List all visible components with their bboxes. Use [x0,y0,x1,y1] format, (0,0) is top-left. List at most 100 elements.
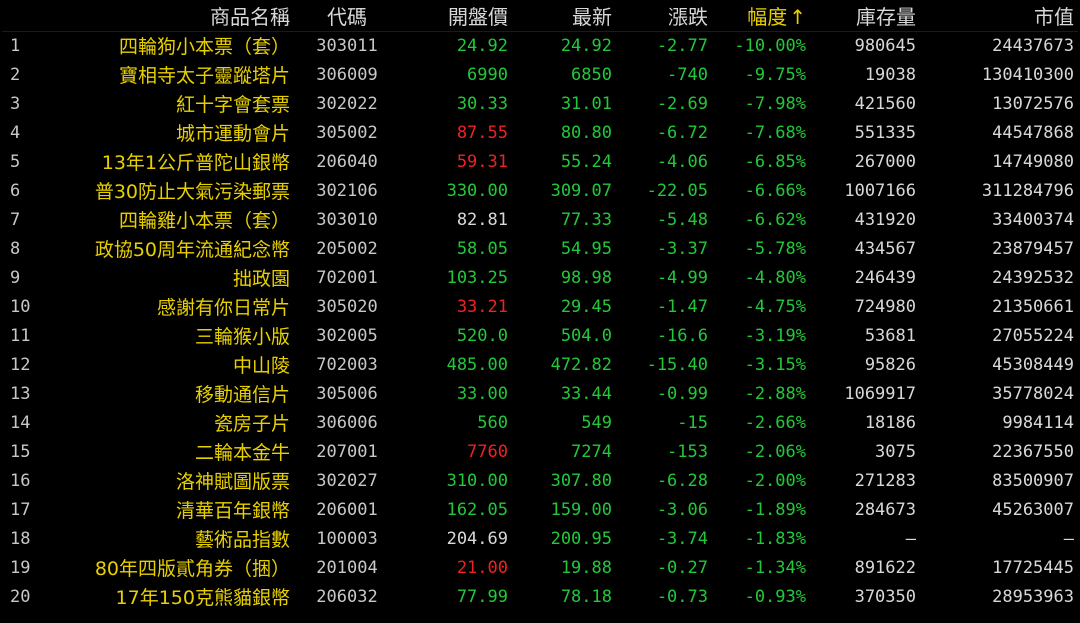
stock-code: 302027 [316,470,378,491]
inventory: 1069917 [844,383,916,404]
open-price: 560 [477,412,508,433]
table-row[interactable]: 2 寶相寺太子靈蹤塔片 306009 6990 6850 -740 -9.75% 19038 1… [2,60,1078,89]
row-index: 15 [10,441,31,462]
change-percent: -10.00% [734,35,806,56]
latest-price: 77.33 [560,209,612,230]
change-percent: -2.00% [744,470,806,491]
stock-code: 302005 [316,325,378,346]
table-row[interactable]: 3 紅十字會套票 302022 30.33 31.01 -2.69 -7.98% 421560… [2,89,1078,118]
market-value: 35778024 [992,383,1074,404]
header-stock[interactable]: 庫存量 [810,0,920,31]
change-percent: -1.83% [744,528,806,549]
stock-code: 306006 [316,412,378,433]
open-price: 33.21 [456,296,508,317]
price-change: -2.77 [656,35,708,56]
table-row[interactable]: 4 城市運動會片 305002 87.55 80.80 -6.72 -7.68% 551335… [2,118,1078,147]
stock-name: 17年150克熊貓銀幣 [115,587,290,609]
change-percent: -3.19% [744,325,806,346]
open-price: 33.00 [456,383,508,404]
open-price: 103.25 [446,267,508,288]
market-value: 24437673 [992,35,1074,56]
open-price: 58.05 [456,238,508,259]
price-change: -5.48 [656,209,708,230]
quote-table-window: 商品名稱 代碼 開盤價 最新 漲跌 幅度 ↑ 庫存量 市值 1 四輪狗小本票（套） 3… [0,0,1080,623]
market-value: 311284796 [981,180,1074,201]
table-row[interactable]: 11 三輪猴小版 302005 520.0 504.0 -16.6 -3.19% 53681 2… [2,321,1078,350]
header-mcap[interactable]: 市值 [920,0,1078,31]
stock-code: 303011 [316,35,378,56]
price-change: -22.05 [646,180,708,201]
inventory: 284673 [854,499,916,520]
stock-code: 303010 [316,209,378,230]
table-row[interactable]: 6 普30防止大氣污染郵票 302106 330.00 309.07 -22.05 -6.6… [2,176,1078,205]
table-row[interactable]: 15 二輪本金牛 207001 7760 7274 -153 -2.06% 3075 22367… [2,437,1078,466]
open-price: 82.81 [456,209,508,230]
latest-price: 24.92 [560,35,612,56]
header-change[interactable]: 漲跌 [616,0,712,31]
table-row[interactable]: 10 感謝有你日常片 305020 33.21 29.45 -1.47 -4.75% 7249… [2,292,1078,321]
price-change: -740 [667,64,708,85]
table-row[interactable]: 12 中山陵 702003 485.00 472.82 -15.40 -3.15% 95826… [2,350,1078,379]
change-percent: -6.85% [744,151,806,172]
table-row[interactable]: 14 瓷房子片 306006 560 549 -15 -2.66% 18186 9984114 [2,408,1078,437]
header-latest[interactable]: 最新 [512,0,616,31]
price-change: -3.06 [656,499,708,520]
open-price: 204.69 [446,528,508,549]
inventory: 95826 [864,354,916,375]
open-price: 162.05 [446,499,508,520]
table-row[interactable]: 16 洛神賦圖版票 302027 310.00 307.80 -6.28 -2.00% 271… [2,466,1078,495]
price-change: -3.74 [656,528,708,549]
latest-price: 29.45 [560,296,612,317]
stock-code: 207001 [316,441,378,462]
header-open[interactable]: 開盤價 [400,0,512,31]
stock-name: 移動通信片 [194,384,290,406]
market-value: 45308449 [992,354,1074,375]
price-change: -0.73 [656,586,708,607]
stock-name: 三輪猴小版 [194,326,290,348]
latest-price: 504.0 [560,325,612,346]
header-code[interactable]: 代碼 [294,0,400,31]
price-change: -6.28 [656,470,708,491]
row-index: 16 [10,470,31,491]
latest-price: 309.07 [550,180,612,201]
latest-price: 472.82 [550,354,612,375]
table-row[interactable]: 7 四輪雞小本票（套） 303010 82.81 77.33 -5.48 -6.62% 431… [2,205,1078,234]
table-row[interactable]: 19 80年四版貳角券（捆） 201004 21.00 19.88 -0.27 -1.34%… [2,553,1078,582]
stock-code: 206040 [316,151,378,172]
table-row[interactable]: 20 17年150克熊貓銀幣 206032 77.99 78.18 -0.73 -0.93%… [2,582,1078,611]
change-percent: -7.98% [744,93,806,114]
table-row[interactable]: 5 13年1公斤普陀山銀幣 206040 59.31 55.24 -4.06 -6.85% 2… [2,147,1078,176]
stock-name: 城市運動會片 [175,123,290,145]
price-change: -2.69 [656,93,708,114]
table-row[interactable]: 18 藝術品指數 100003 204.69 200.95 -3.74 -1.83% — — [2,524,1078,553]
table-row[interactable]: 9 拙政園 702001 103.25 98.98 -4.99 -4.80% 246439 24… [2,263,1078,292]
table-row[interactable]: 17 清華百年銀幣 206001 162.05 159.00 -3.06 -1.89% 284… [2,495,1078,524]
stock-name: 普30防止大氣污染郵票 [94,181,290,203]
stock-name: 13年1公斤普陀山銀幣 [101,152,290,174]
inventory: 3075 [875,441,916,462]
row-index: 18 [10,528,31,549]
change-percent: -3.15% [744,354,806,375]
open-price: 24.92 [456,35,508,56]
table-row[interactable]: 13 移動通信片 305006 33.00 33.44 -0.99 -2.88% 106991… [2,379,1078,408]
inventory: 980645 [854,35,916,56]
open-price: 7760 [467,441,508,462]
inventory: 18186 [864,412,916,433]
stock-name: 清華百年銀幣 [175,500,290,522]
stock-name: 四輪雞小本票（套） [118,210,290,232]
market-value: 21350661 [992,296,1074,317]
market-value: 23879457 [992,238,1074,259]
inventory: 1007166 [844,180,916,201]
table-row[interactable]: 1 四輪狗小本票（套） 303011 24.92 24.92 -2.77 -10.00% 98… [2,31,1078,60]
stock-name: 洛神賦圖版票 [175,471,290,493]
row-index: 4 [10,122,21,143]
header-pct[interactable]: 幅度 ↑ [712,0,810,31]
header-name[interactable]: 商品名稱 [46,0,294,31]
table-row[interactable]: 8 政協50周年流通紀念幣 205002 58.05 54.95 -3.37 -5.78% 4… [2,234,1078,263]
price-change: -15.40 [646,354,708,375]
change-percent: -2.06% [744,441,806,462]
latest-price: 159.00 [550,499,612,520]
stock-code: 305002 [316,122,378,143]
stock-code: 302106 [316,180,378,201]
stock-name: 四輪狗小本票（套） [118,36,290,59]
